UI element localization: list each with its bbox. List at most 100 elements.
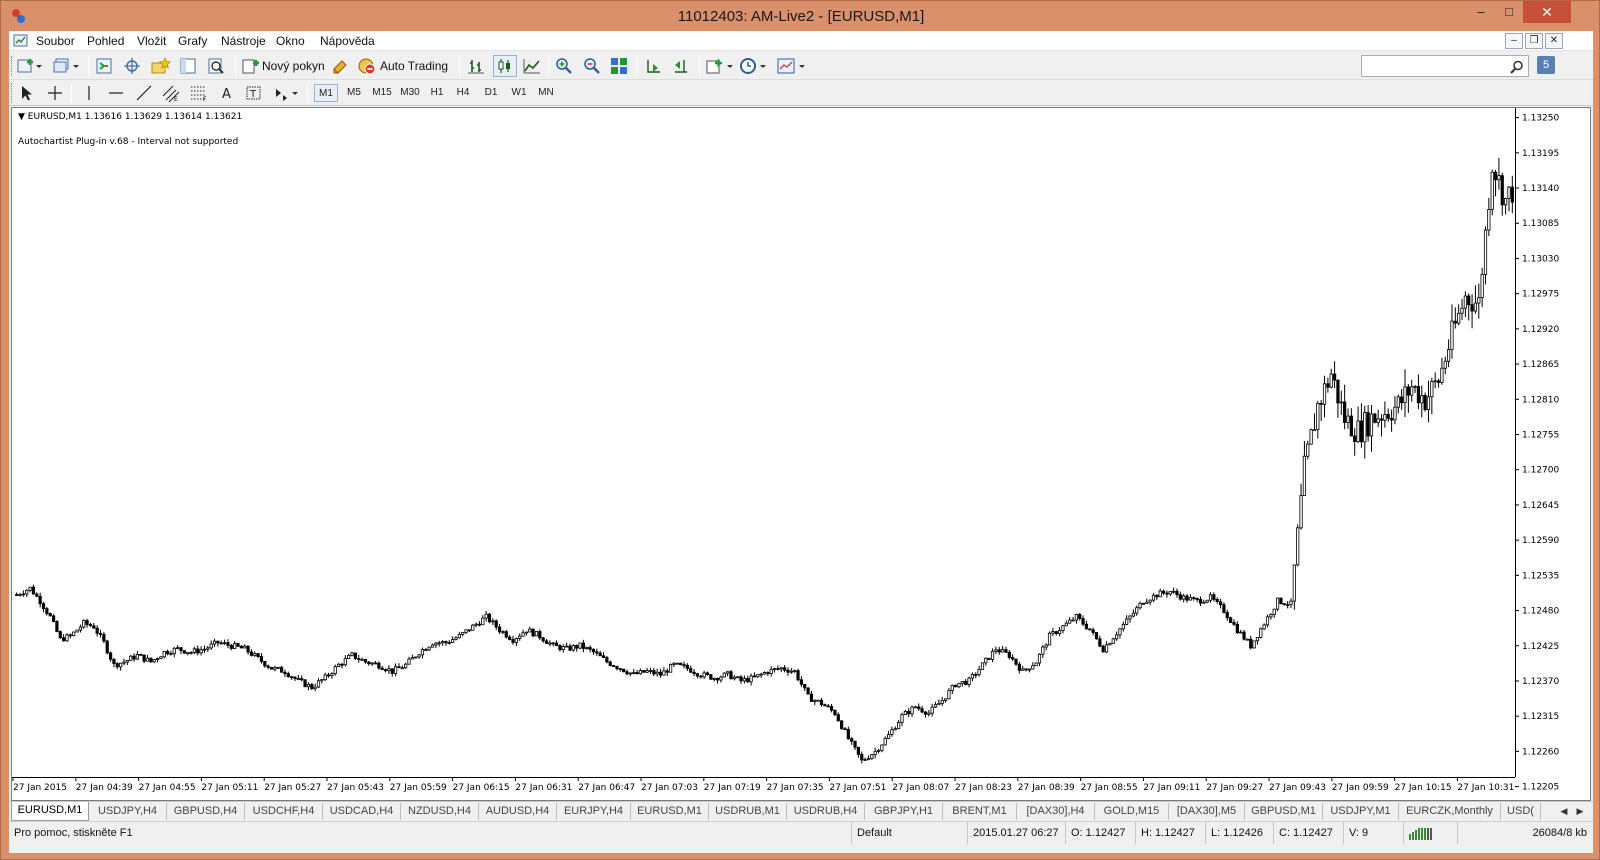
chart-tab[interactable]: USDRUB,H4: [787, 803, 865, 820]
chart-tab[interactable]: USD(: [1501, 803, 1541, 820]
navigator-button[interactable]: [123, 55, 141, 77]
zoom-out-button[interactable]: [583, 55, 601, 77]
arrows-button[interactable]: [273, 82, 301, 104]
chart-tab[interactable]: [DAX30],H4: [1017, 803, 1095, 820]
auto-scroll-button[interactable]: [645, 55, 663, 77]
equidistant-channel-button[interactable]: E: [161, 82, 181, 104]
auto-trading-button[interactable]: Auto Trading: [357, 55, 448, 77]
chart-tab[interactable]: GBPUSD,H4: [167, 803, 245, 820]
vertical-line-button[interactable]: [81, 82, 97, 104]
chart-tab[interactable]: NZDUSD,H4: [401, 803, 479, 820]
price-tick-label: 1.12590: [1522, 536, 1559, 546]
chart-tab[interactable]: USDJPY,H4: [89, 803, 167, 820]
fibonacci-button[interactable]: F: [189, 82, 209, 104]
search-icon[interactable]: [1510, 60, 1524, 74]
notifications-badge[interactable]: 5: [1537, 56, 1555, 74]
mdi-close-button[interactable]: ✕: [1545, 33, 1563, 49]
chart-tab[interactable]: USDCHF,H4: [245, 803, 323, 820]
text-label-icon: T: [246, 86, 261, 100]
mdi-minimize-button[interactable]: –: [1505, 33, 1523, 49]
text-label-button[interactable]: T: [245, 82, 263, 104]
trendline-button[interactable]: [135, 82, 153, 104]
chart-tab[interactable]: GBPJPY,H1: [865, 803, 943, 820]
candlestick-chart-button[interactable]: [493, 55, 517, 77]
timeframe-m30[interactable]: M30: [396, 84, 424, 102]
crosshair-button[interactable]: [46, 82, 64, 104]
tabs-scroll-right-button[interactable]: ▶: [1573, 804, 1587, 819]
chart-tab[interactable]: EURJPY,H4: [557, 803, 631, 820]
tabs-scroll-left-button[interactable]: ◀: [1557, 804, 1571, 819]
indicators-button[interactable]: [705, 55, 735, 77]
mdi-restore-button[interactable]: ❐: [1525, 33, 1543, 49]
maximize-button[interactable]: □: [1495, 1, 1523, 23]
chart-tab[interactable]: USDRUB,M1: [709, 803, 787, 820]
menu-okno[interactable]: Okno: [276, 34, 305, 48]
candle-body: [310, 683, 314, 690]
candle-body: [1158, 590, 1162, 598]
candle-body: [886, 734, 891, 739]
status-bar: Pro pomoc, stiskněte F1 Default 2015.01.…: [9, 821, 1593, 844]
bar-chart-button[interactable]: [467, 55, 485, 77]
chart-tab[interactable]: EURUSD,M1: [11, 802, 89, 821]
chart-tab[interactable]: EURUSD,M1: [631, 803, 709, 820]
horizontal-line-button[interactable]: [107, 82, 125, 104]
timeframe-h1[interactable]: H1: [426, 84, 448, 102]
chart-tab[interactable]: USDJPY,M1: [1323, 803, 1399, 820]
market-watch-button[interactable]: [95, 55, 113, 77]
new-chart-button[interactable]: [17, 55, 43, 77]
periods-button[interactable]: [739, 55, 769, 77]
templates-button[interactable]: [777, 55, 807, 77]
search-input[interactable]: [1361, 55, 1529, 77]
metaeditor-button[interactable]: [331, 55, 349, 77]
toolbar-grip[interactable]: [11, 83, 14, 103]
zoom-in-button[interactable]: [555, 55, 573, 77]
profiles-button[interactable]: [53, 55, 81, 77]
timeframe-m1[interactable]: M1: [314, 84, 338, 102]
strategy-tester-button[interactable]: [207, 55, 225, 77]
timeframe-h4[interactable]: H4: [452, 84, 474, 102]
timeframe-mn[interactable]: MN: [533, 84, 559, 102]
candle-body: [491, 620, 495, 623]
timeframe-m15[interactable]: M15: [368, 84, 396, 102]
new-order-button[interactable]: Nový pokyn: [241, 55, 325, 77]
text-button[interactable]: A: [219, 82, 235, 104]
candle-body: [695, 673, 700, 677]
timeframe-d1[interactable]: D1: [480, 84, 502, 102]
terminal-button[interactable]: [179, 55, 197, 77]
close-button[interactable]: ✕: [1523, 1, 1571, 23]
connection-bars[interactable]: [1403, 822, 1457, 844]
chart-tab[interactable]: [DAX30],M5: [1169, 803, 1245, 820]
candle-body: [1182, 595, 1186, 600]
chart-window-icon[interactable]: [13, 33, 29, 49]
chart-tab[interactable]: GBPUSD,M1: [1245, 803, 1323, 820]
favorites-button[interactable]: [151, 55, 171, 77]
menu-soubor[interactable]: Soubor: [36, 34, 75, 48]
chart-tab[interactable]: BRENT,M1: [943, 803, 1017, 820]
toolbar-grip[interactable]: [11, 56, 14, 76]
chart-tab[interactable]: EURCZK,Monthly: [1399, 803, 1501, 820]
symbol-dropdown-icon[interactable]: ▼: [18, 112, 25, 122]
chart-tabs-bar: USD(EURCZK,Monthly USDJPY,M1 GBPUSD,M1 [DAX…: [9, 801, 1593, 821]
tile-windows-button[interactable]: [610, 55, 628, 77]
title-bar[interactable]: 11012403: AM-Live2 - [EURUSD,M1] – □ ✕: [1, 1, 1600, 31]
candle-body: [1376, 418, 1380, 423]
minimize-button[interactable]: –: [1467, 1, 1495, 23]
candlestick-chart[interactable]: 1.13250 1.13195 1.13140 1.13085 1.13030 1.129…: [12, 108, 1590, 800]
chart-shift-button[interactable]: [672, 55, 690, 77]
chart-tab[interactable]: USDCAD,H4: [323, 803, 401, 820]
menu-nastroje[interactable]: Nástroje: [221, 34, 266, 48]
chart-tab[interactable]: GOLD,M15: [1095, 803, 1169, 820]
timeframe-m5[interactable]: M5: [342, 84, 366, 102]
menu-pohled[interactable]: Pohled: [87, 34, 124, 48]
timeframe-w1[interactable]: W1: [507, 84, 531, 102]
menu-napoveda[interactable]: Nápověda: [320, 34, 375, 48]
auto-trading-label: Auto Trading: [380, 59, 449, 73]
menu-grafy[interactable]: Grafy: [178, 34, 207, 48]
candle-body: [1108, 642, 1112, 646]
cursor-button[interactable]: [18, 82, 34, 104]
chart-tab[interactable]: AUDUSD,H4: [479, 803, 557, 820]
menu-vlozit[interactable]: Vložit: [137, 34, 166, 48]
chart-area[interactable]: 1.13250 1.13195 1.13140 1.13085 1.13030 1.129…: [11, 107, 1591, 801]
candle-body: [578, 642, 582, 649]
line-chart-button[interactable]: [523, 55, 541, 77]
